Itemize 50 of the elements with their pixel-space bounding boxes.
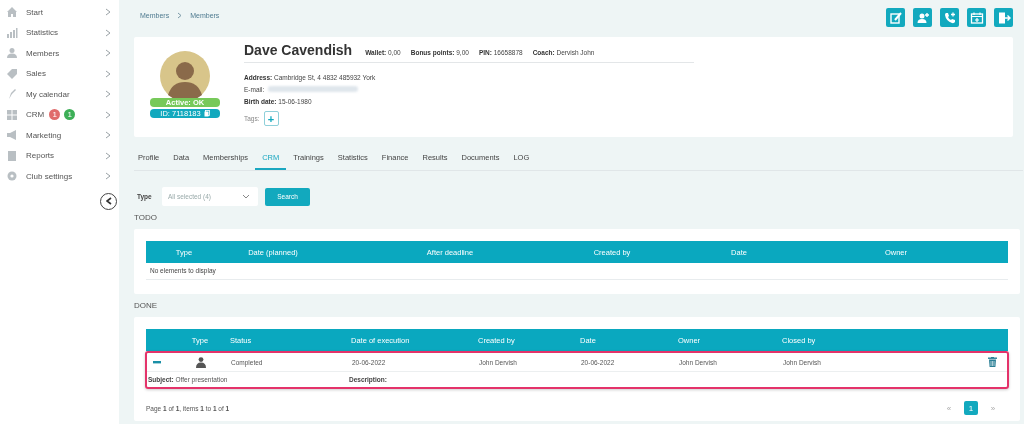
trash-icon: [987, 357, 997, 367]
bar-chart-icon: [6, 26, 18, 39]
megaphone-icon: [6, 129, 18, 142]
edit-icon: [888, 10, 903, 25]
chevron-right-icon: [105, 90, 111, 99]
sidebar-item[interactable]: Reports: [0, 145, 119, 166]
exit-icon: [996, 10, 1011, 25]
pen-icon: [6, 88, 18, 101]
minus-icon: [153, 358, 161, 366]
phone-plus-icon: [942, 10, 957, 25]
avatar-placeholder: [159, 51, 210, 101]
chevron-right-icon: [105, 49, 111, 58]
chevron-right-icon: [105, 28, 111, 37]
collapse-button[interactable]: [100, 192, 117, 210]
chevron-right-icon: [105, 69, 111, 78]
exit-button[interactable]: [994, 8, 1013, 27]
chevron-right-icon: [105, 151, 111, 160]
edit-button[interactable]: [886, 8, 905, 27]
tag-icon: [6, 67, 18, 80]
sidebar-item[interactable]: Sales: [0, 63, 119, 84]
calendar-plus-icon: [969, 10, 984, 25]
sidebar-item[interactable]: Members: [0, 43, 119, 64]
sidebar-item[interactable]: Marketing: [0, 125, 119, 146]
sidebar-item[interactable]: Start: [0, 2, 119, 23]
add-event-button[interactable]: [967, 8, 986, 27]
sidebar-item[interactable]: My calendar: [0, 84, 119, 105]
count-badge: 1: [49, 109, 61, 121]
person-icon: [196, 356, 206, 368]
chevron-left-icon: [105, 197, 112, 205]
section-title: DONE: [134, 301, 159, 311]
count-badge: 1: [64, 109, 76, 121]
add-user-icon: [915, 10, 930, 25]
delete-button[interactable]: [987, 356, 997, 368]
section-title: TODO: [134, 213, 158, 223]
chevron-right-icon: [177, 12, 183, 19]
add-member-button[interactable]: [913, 8, 932, 27]
person-icon: [6, 47, 18, 60]
chevron-right-icon: [105, 172, 111, 181]
sidebar-item[interactable]: Club settings: [0, 166, 119, 187]
sidebar-item[interactable]: CRM 1 1: [0, 104, 119, 125]
chevron-down-icon: [242, 194, 250, 199]
chevron-right-icon: [105, 8, 111, 17]
grid-icon: [6, 108, 18, 121]
add-call-button[interactable]: [940, 8, 959, 27]
home-icon: [6, 6, 18, 19]
member-name: Dave Cavendish: [244, 42, 353, 58]
chevron-right-icon: [105, 131, 111, 140]
chevron-right-icon: [105, 110, 111, 119]
copy-icon: [203, 110, 210, 117]
sidebar-item[interactable]: Statistics: [0, 22, 119, 43]
